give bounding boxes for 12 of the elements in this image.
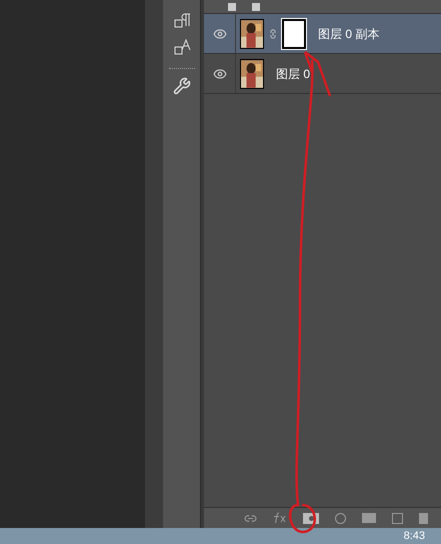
layer-mask[interactable] [282,18,306,48]
eye-icon[interactable] [212,26,226,40]
character-icon[interactable] [172,38,190,56]
clock-time: 8:43 [404,530,425,542]
layer-name: 图层 0 [276,66,310,82]
eye-icon[interactable] [212,66,226,80]
layer-name: 图层 0 副本 [318,26,380,42]
paragraph-icon[interactable] [172,12,190,30]
layer-row[interactable]: 图层 0 [204,54,441,94]
tools-icon[interactable] [172,77,190,95]
layer-row[interactable]: 图层 0 副本 [204,14,441,54]
fx-icon[interactable] [273,512,287,524]
